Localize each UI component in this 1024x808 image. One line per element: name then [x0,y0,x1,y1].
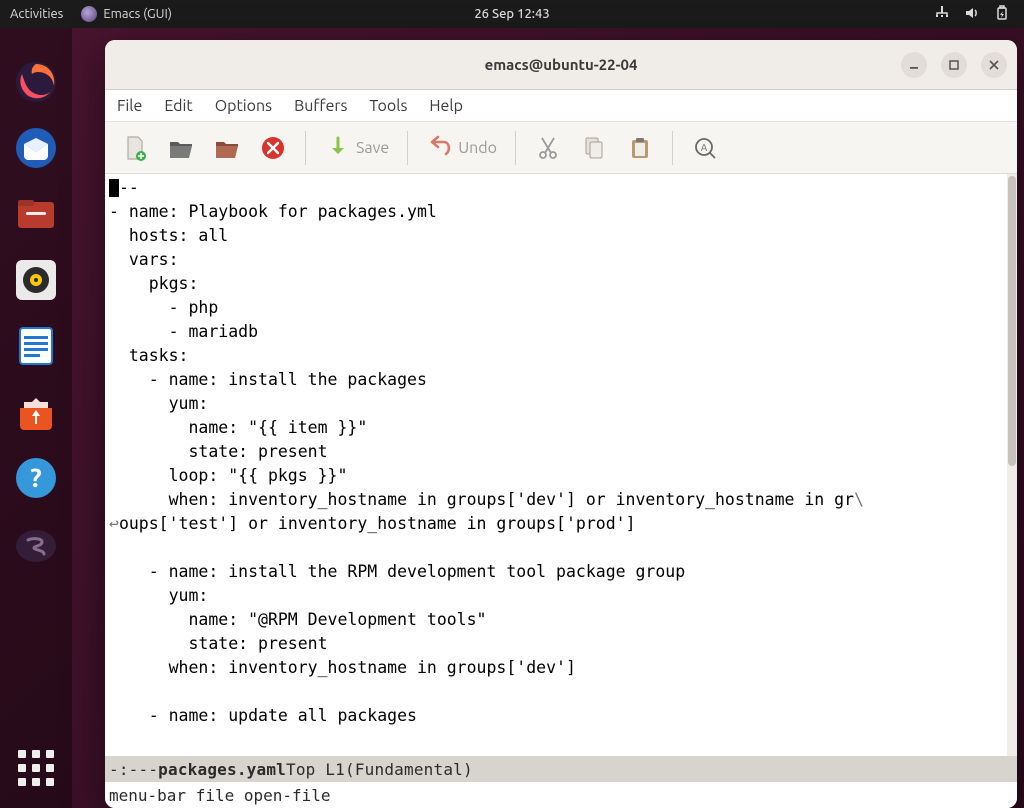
modeline-filename: packages.yaml [158,760,286,779]
toolbar-separator [515,131,516,165]
vertical-scrollbar[interactable] [1007,174,1017,756]
tool-paste[interactable] [620,130,660,166]
toolbar-separator [305,131,306,165]
ubuntu-dock: ? [0,28,72,808]
tool-close[interactable] [253,130,293,166]
dock-libreoffice-writer[interactable] [10,320,62,372]
network-icon[interactable] [934,5,950,24]
menu-options[interactable]: Options [215,97,272,115]
battery-icon[interactable] [994,5,1010,24]
tool-save[interactable]: Save [318,130,395,166]
toolbar-separator [407,131,408,165]
dock-firefox[interactable] [10,56,62,108]
modeline-mode: (Fundamental) [345,760,473,779]
emacs-toolbar: Save Undo A [105,122,1017,174]
svg-text:?: ? [30,463,41,492]
tool-undo-label: Undo [458,139,497,157]
emacs-minibuffer[interactable]: menu-bar file open-file [105,782,1017,808]
scrollbar-thumb[interactable] [1008,176,1016,466]
minibuffer-text: menu-bar file open-file [109,786,331,805]
tool-recent[interactable] [207,130,247,166]
tool-open-folder[interactable] [161,130,201,166]
editor-area[interactable]: -- - name: Playbook for packages.yml hos… [105,174,1017,756]
dock-rhythmbox[interactable] [10,254,62,306]
tool-new-file[interactable] [115,130,155,166]
menu-edit[interactable]: Edit [164,97,192,115]
dock-files[interactable] [10,188,62,240]
clock[interactable]: 26 Sep 12:43 [474,7,549,21]
appmenu-label: Emacs (GUI) [103,7,172,21]
dock-thunderbird[interactable] [10,122,62,174]
dock-emacs[interactable] [10,518,62,570]
dock-software[interactable] [10,386,62,438]
tool-cut[interactable] [528,130,568,166]
menu-buffers[interactable]: Buffers [294,97,347,115]
menu-tools[interactable]: Tools [369,97,407,115]
emacs-modeline[interactable]: -:--- packages.yaml Top L1 (Fundamental) [105,756,1017,782]
emacs-menubar: File Edit Options Buffers Tools Help [105,90,1017,122]
appmenu-button[interactable]: Emacs (GUI) [81,6,172,22]
emacs-window: emacs@ubuntu-22-04 File Edit Options Buf… [105,40,1017,808]
close-button[interactable] [981,52,1007,78]
svg-text:A: A [701,142,708,153]
maximize-button[interactable] [941,52,967,78]
gnome-top-bar: Activities Emacs (GUI) 26 Sep 12:43 [0,0,1024,28]
show-applications-button[interactable] [12,744,60,792]
emacs-icon [81,6,97,22]
dock-help[interactable]: ? [10,452,62,504]
tool-undo[interactable]: Undo [420,130,503,166]
menu-help[interactable]: Help [429,97,463,115]
modeline-state: -:--- [109,760,158,779]
toolbar-separator [672,131,673,165]
menu-file[interactable]: File [117,97,142,115]
tool-copy[interactable] [574,130,614,166]
buffer-text[interactable]: -- - name: Playbook for packages.yml hos… [105,174,1007,756]
minimize-button[interactable] [901,52,927,78]
modeline-position: Top L1 [286,760,345,779]
activities-button[interactable]: Activities [10,7,63,21]
tool-search[interactable]: A [685,130,725,166]
tool-save-label: Save [356,139,389,157]
volume-icon[interactable] [964,5,980,24]
window-title: emacs@ubuntu-22-04 [485,56,638,73]
window-titlebar[interactable]: emacs@ubuntu-22-04 [105,40,1017,90]
